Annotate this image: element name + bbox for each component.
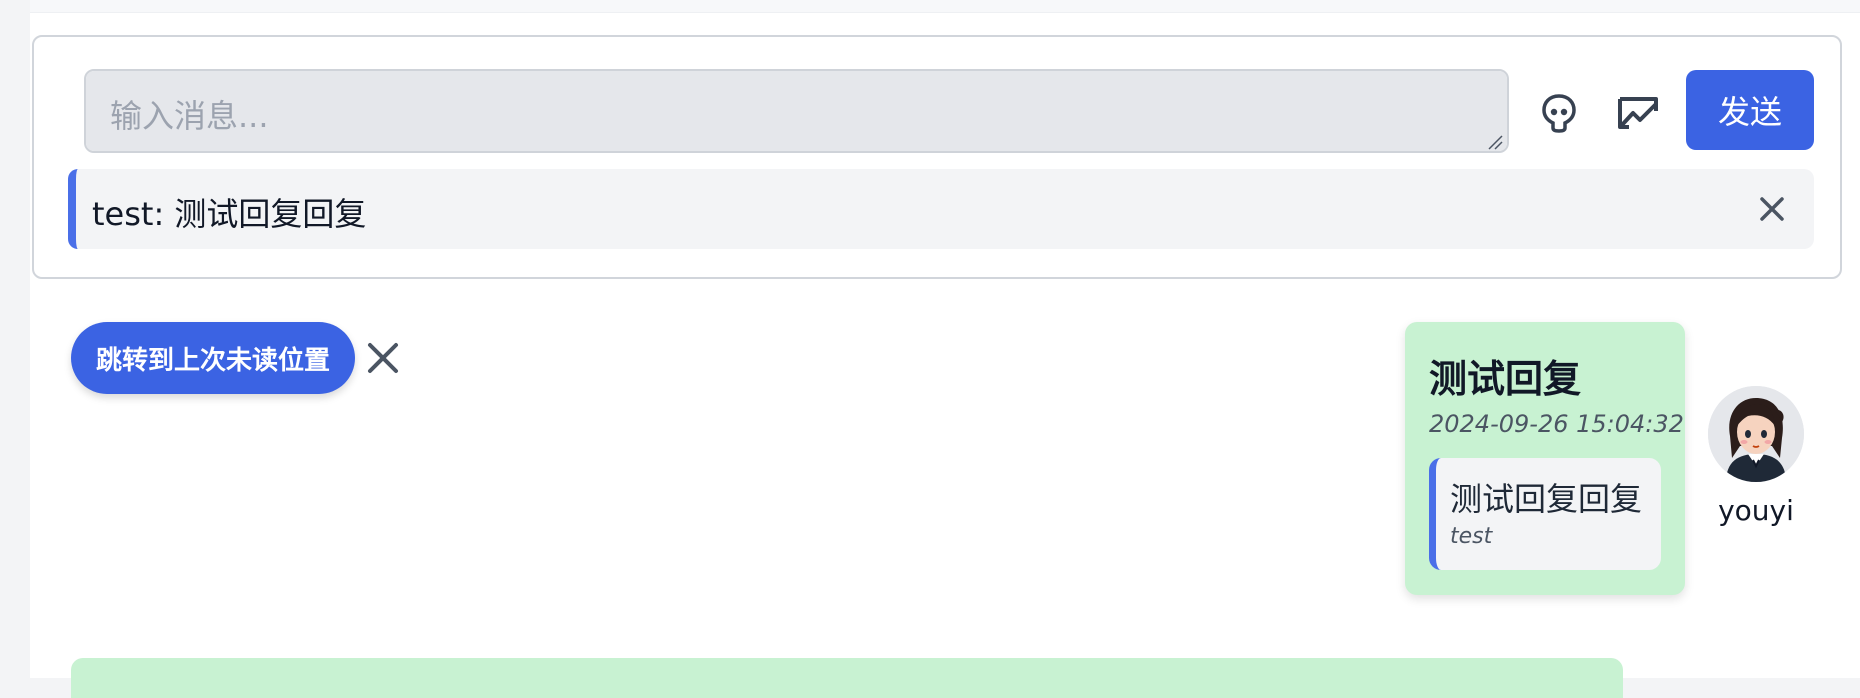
avatar-girl-icon [1708, 386, 1804, 482]
message-input[interactable] [84, 69, 1509, 153]
reply-preview-text: test: 测试回复回复 [92, 195, 367, 233]
username: youyi [1718, 494, 1794, 527]
message-composer: 发送 test: 测试回复回复 [32, 35, 1842, 279]
emoji-icon [1542, 94, 1576, 133]
emoji-button[interactable] [1531, 85, 1587, 141]
reply-preview: test: 测试回复回复 [68, 169, 1814, 249]
message-timestamp: 2024-09-26 15:04:32 [1429, 410, 1684, 438]
close-reply-icon[interactable] [1754, 191, 1790, 227]
message-bubble[interactable]: 测试回复 2024-09-26 15:04:32 测试回复回复 test [1405, 322, 1685, 595]
quoted-text: 测试回复回复 [1450, 480, 1643, 518]
close-jump-icon[interactable] [363, 338, 403, 378]
jump-to-unread-button[interactable]: 跳转到上次未读位置 [71, 322, 355, 394]
avatar[interactable] [1708, 386, 1804, 482]
message-text: 测试回复 [1429, 357, 1582, 401]
quoted-author: test [1450, 524, 1493, 549]
send-button[interactable]: 发送 [1686, 70, 1814, 150]
previous-content-strip [30, 0, 1860, 13]
image-button[interactable] [1610, 85, 1666, 141]
next-message-bubble[interactable] [71, 658, 1623, 698]
chat-page: 发送 test: 测试回复回复 跳转到上次未读位置 测试回复 2024-09-2… [30, 0, 1860, 698]
image-icon [1618, 97, 1658, 129]
quoted-message[interactable]: 测试回复回复 test [1429, 458, 1661, 570]
resize-handle-icon[interactable] [1487, 134, 1503, 150]
